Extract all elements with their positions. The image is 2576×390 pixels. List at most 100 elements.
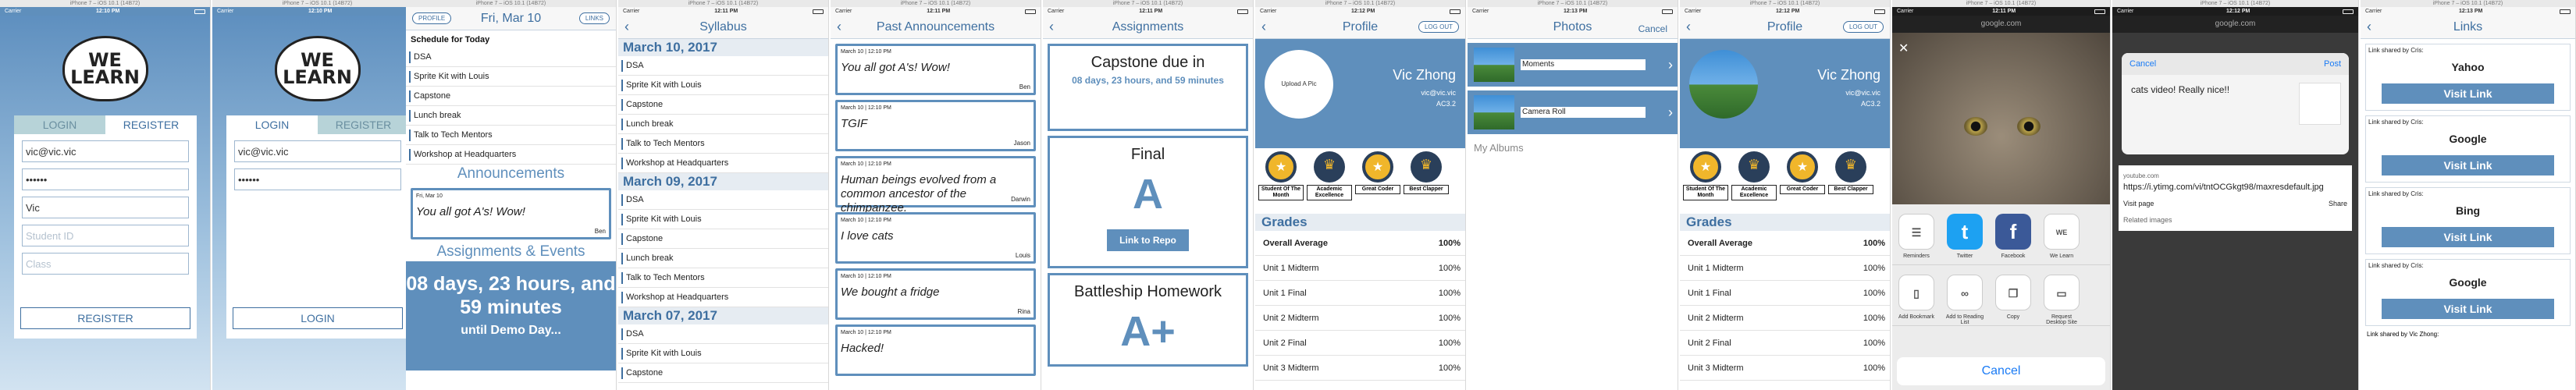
- album-moments[interactable]: Moments ›: [1468, 43, 1678, 87]
- page-title: Syllabus: [699, 20, 747, 34]
- visit-link-button[interactable]: Visit Link: [2382, 227, 2554, 247]
- schedule-item[interactable]: Workshop at Headquarters: [406, 145, 616, 165]
- password-field[interactable]: ••••••: [22, 168, 189, 190]
- email-field[interactable]: vic@vic.vic: [234, 140, 401, 162]
- url-bar[interactable]: google.com: [1892, 16, 2110, 33]
- simulator-title: iPhone 7 – iOS 10.1 (14B72): [0, 0, 210, 7]
- action-add-bookmark[interactable]: ▯ Add Bookmark: [1897, 275, 1936, 320]
- schedule-item[interactable]: Talk to Tech Mentors: [406, 126, 616, 145]
- class-field[interactable]: Class: [22, 253, 189, 275]
- syllabus-item[interactable]: Workshop at Headquarters: [618, 154, 828, 173]
- syllabus-item[interactable]: Sprite Kit with Louis: [618, 76, 828, 95]
- share-link[interactable]: Share: [2329, 198, 2347, 210]
- syllabus-item[interactable]: DSA: [618, 56, 828, 76]
- photos-navbar: Photos Cancel: [1468, 16, 1678, 39]
- visit-page-link[interactable]: Visit page: [2123, 198, 2154, 210]
- album-camera-roll[interactable]: Camera Roll ›: [1468, 90, 1678, 134]
- login-form: LOGIN REGISTER vic@vic.vic •••••• LOGIN: [226, 115, 409, 339]
- syllabus-item[interactable]: Sprite Kit with Louis: [618, 344, 828, 363]
- visit-link-button[interactable]: Visit Link: [2382, 155, 2554, 176]
- grade-value: 100%: [1438, 264, 1461, 273]
- logout-button[interactable]: LOG OUT: [1418, 21, 1459, 33]
- back-chevron-icon[interactable]: ‹: [624, 20, 629, 34]
- tab-login[interactable]: LOGIN: [226, 115, 318, 134]
- avatar[interactable]: [1689, 50, 1758, 119]
- student-id-field[interactable]: Student ID: [22, 225, 189, 246]
- action-copy[interactable]: ❐ Copy: [1994, 275, 2033, 320]
- syllabus-item[interactable]: Sprite Kit with Louis: [618, 210, 828, 229]
- login-button[interactable]: LOGIN: [233, 307, 403, 329]
- logout-button[interactable]: LOG OUT: [1842, 21, 1884, 33]
- badge-label: Academic Excellence: [1307, 185, 1352, 200]
- visit-link-button[interactable]: Visit Link: [2382, 299, 2554, 319]
- email-field[interactable]: vic@vic.vic: [22, 140, 189, 162]
- back-chevron-icon[interactable]: ‹: [1261, 20, 1266, 34]
- name-field[interactable]: Vic: [22, 197, 189, 218]
- schedule-item[interactable]: Capstone: [406, 87, 616, 106]
- battery-icon: [194, 9, 205, 14]
- syllabus-item[interactable]: Talk to Tech Mentors: [618, 268, 828, 288]
- announcement-card[interactable]: March 10 | 12:10 PM Human beings evolved …: [835, 156, 1036, 214]
- share-reminders[interactable]: ☰ Reminders: [1897, 214, 1936, 259]
- syllabus-item[interactable]: DSA: [618, 190, 828, 210]
- simulator-title: iPhone 7 – iOS 10.1 (14B72): [831, 0, 1041, 7]
- password-field[interactable]: ••••••: [234, 168, 401, 190]
- tab-register[interactable]: REGISTER: [318, 115, 409, 134]
- share-cancel-button[interactable]: Cancel: [1897, 357, 2105, 385]
- announcement-card[interactable]: March 10 | 12:10 PM I love cats Louis: [835, 212, 1036, 264]
- schedule-item[interactable]: Sprite Kit with Louis: [406, 67, 616, 87]
- profile-button[interactable]: PROFILE: [412, 12, 452, 24]
- register-button[interactable]: REGISTER: [20, 307, 190, 329]
- announcement-card[interactable]: March 10 | 12:10 PM We bought a fridge Rin…: [835, 268, 1036, 320]
- badge: Academic Excellence: [1307, 151, 1352, 206]
- schedule-item[interactable]: DSA: [406, 48, 616, 67]
- syllabus-list: March 10, 2017 DSA Sprite Kit with Louis Ca…: [618, 39, 828, 383]
- schedule-item[interactable]: Lunch break: [406, 106, 616, 126]
- announcement-card[interactable]: March 10 | 12:10 PM TGIF Jason: [835, 100, 1036, 151]
- syllabus-item[interactable]: Workshop at Headquarters: [618, 288, 828, 307]
- announcement-card[interactable]: Fri, Mar 10 You all got A's! Wow! Ben: [411, 188, 611, 239]
- back-chevron-icon[interactable]: ‹: [1686, 20, 1691, 34]
- url-bar[interactable]: google.com: [2112, 16, 2358, 33]
- share-facebook[interactable]: f Facebook: [1994, 214, 2033, 259]
- link-shared-by: Link shared by Cris:: [2368, 47, 2424, 54]
- tab-login[interactable]: LOGIN: [14, 115, 105, 134]
- announcement-body: I love cats: [841, 229, 894, 243]
- back-chevron-icon[interactable]: ‹: [837, 20, 841, 34]
- back-chevron-icon[interactable]: ‹: [2367, 20, 2371, 34]
- syllabus-item[interactable]: Capstone: [618, 95, 828, 115]
- we-learn-icon: WE: [2044, 214, 2080, 250]
- announcement-card[interactable]: March 10 | 12:10 PM Hacked!: [835, 324, 1036, 376]
- action-desktop-site[interactable]: ▭ Request Desktop Site: [2042, 275, 2081, 325]
- trophy-icon: [1835, 151, 1866, 183]
- assignments-events-header: Assignments & Events: [406, 243, 616, 261]
- link-name: Bing: [2455, 204, 2481, 217]
- action-reading-list[interactable]: ∞ Add to Reading List: [1945, 275, 1984, 325]
- announcement-card[interactable]: March 10 | 12:10 PM You all got A's! Wow!…: [835, 44, 1036, 95]
- share-twitter[interactable]: t Twitter: [1945, 214, 1984, 259]
- tab-register[interactable]: REGISTER: [105, 115, 197, 134]
- cancel-button[interactable]: Cancel: [1633, 22, 1673, 36]
- share-we-learn[interactable]: WE We Learn: [2042, 214, 2081, 259]
- simulator-title: iPhone 7 – iOS 10.1 (14B72): [1468, 0, 1678, 7]
- compose-cancel-button[interactable]: Cancel: [2129, 59, 2156, 69]
- syllabus-item[interactable]: Capstone: [618, 363, 828, 383]
- syllabus-item[interactable]: Talk to Tech Mentors: [618, 134, 828, 154]
- badge: Great Coder: [1780, 151, 1825, 206]
- last-link-by: Link shared by Vic Zhong:: [2367, 331, 2439, 338]
- close-icon[interactable]: ✕: [1898, 41, 1909, 56]
- schedule-list: DSA Sprite Kit with Louis Capstone Lunch br…: [406, 48, 616, 165]
- simulator-title: iPhone 7 – iOS 10.1 (14B72): [406, 0, 616, 7]
- compose-post-button[interactable]: Post: [2324, 59, 2341, 69]
- back-chevron-icon[interactable]: ‹: [1049, 20, 1054, 34]
- grade-row: Unit 1 Midterm 100%: [1680, 256, 1890, 281]
- syllabus-item[interactable]: DSA: [618, 324, 828, 344]
- visit-link-button[interactable]: Visit Link: [2382, 83, 2554, 104]
- syllabus-item[interactable]: Lunch break: [618, 249, 828, 268]
- syllabus-item[interactable]: Lunch break: [618, 115, 828, 134]
- links-button[interactable]: LINKS: [578, 12, 610, 24]
- syllabus-item[interactable]: Capstone: [618, 229, 828, 249]
- link-to-repo-button[interactable]: Link to Repo: [1107, 229, 1189, 251]
- upload-avatar-button[interactable]: Upload A Pic: [1265, 50, 1333, 119]
- link-card: Link shared by Cris: Yahoo Visit Link: [2365, 44, 2571, 111]
